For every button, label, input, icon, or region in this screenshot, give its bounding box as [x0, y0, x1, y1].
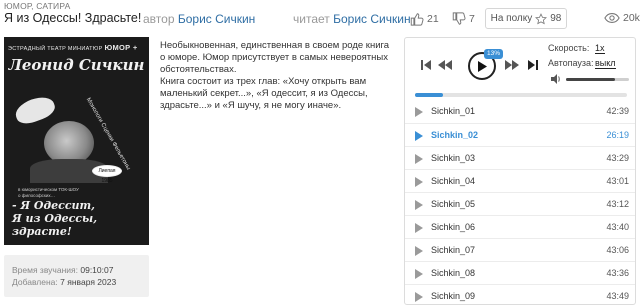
like-button[interactable]: 21 — [409, 12, 439, 26]
volume-slider[interactable] — [566, 78, 629, 81]
track-duration: 43:06 — [606, 245, 629, 255]
book-description: Необыкновенная, единственная в своем род… — [160, 40, 392, 112]
book-title: Я из Одессы! Здрасьте! — [4, 11, 142, 25]
track-row[interactable]: Sichkin_02 26:19 — [405, 123, 635, 146]
cover-mid-text: в юмористическом ТОК-ШОУ о философских… — [18, 187, 79, 198]
play-track-icon[interactable] — [415, 246, 423, 256]
genre-label[interactable]: ЮМОР, САТИРА — [4, 1, 71, 11]
cover-name: Леонид Сичкин — [8, 56, 145, 74]
autopause-toggle[interactable]: выкл — [595, 58, 616, 69]
track-name: Sichkin_05 — [431, 199, 476, 209]
cover-slogan: - Я Одессит, Я из Одессы, здрасте! — [12, 199, 98, 238]
description-paragraph-2: Книга состоит из трех глав: «Хочу открыт… — [160, 76, 368, 111]
volume-icon[interactable] — [550, 73, 562, 85]
track-row[interactable]: Sichkin_09 43:49 — [405, 284, 635, 304]
track-duration: 43:36 — [606, 268, 629, 278]
added-row: Добавлена: 7 января 2023 — [12, 276, 141, 288]
title-row: Я из Одессы! Здрасьте! автор Борис Сички… — [4, 8, 640, 29]
duration-label: Время звучания: — [12, 265, 78, 275]
added-label: Добавлена: — [12, 277, 58, 287]
book-meta: Время звучания: 09:10:07 Добавлена: 7 ян… — [4, 255, 149, 297]
playback-progress-bar[interactable] — [415, 93, 627, 97]
speed-label: Скорость: — [548, 43, 590, 53]
shelf-label: На полку — [490, 13, 533, 24]
book-cover[interactable]: ЭСТРАДНЫЙ ТЕАТР МИНИАТЮР ЮМОР + Леонид С… — [4, 37, 149, 245]
track-row[interactable]: Sichkin_03 43:29 — [405, 146, 635, 169]
track-row[interactable]: Sichkin_05 43:12 — [405, 192, 635, 215]
thumbs-up-icon — [410, 13, 424, 26]
cover-theatre-label: ЭСТРАДНЫЙ ТЕАТР МИНИАТЮР — [8, 46, 103, 52]
track-name: Sichkin_07 — [431, 245, 476, 255]
audio-player: 13% Скорость: 1x Автопауза: выкл Sichkin… — [404, 37, 636, 305]
track-row[interactable]: Sichkin_07 43:06 — [405, 238, 635, 261]
eye-icon — [604, 13, 620, 23]
track-duration: 43:49 — [606, 291, 629, 301]
added-value: 7 января 2023 — [60, 277, 117, 287]
thumbs-down-icon — [452, 12, 466, 25]
shelf-count: 98 — [550, 13, 562, 24]
track-duration: 43:12 — [606, 199, 629, 209]
fast-forward-button[interactable] — [504, 58, 520, 72]
cover-humor-label: ЮМОР + — [104, 43, 138, 52]
track-duration: 42:39 — [606, 106, 629, 116]
author-label: автор — [143, 12, 175, 26]
author-line: автор Борис Сичкин — [143, 12, 255, 26]
play-track-icon[interactable] — [415, 200, 423, 210]
views-counter: 20k — [604, 12, 640, 24]
reader-line: читает Борис Сичкин — [293, 12, 411, 26]
cover-top-text: ЭСТРАДНЫЙ ТЕАТР МИНИАТЮР ЮМОР + — [8, 43, 145, 52]
cover-hat — [12, 92, 58, 128]
track-duration: 43:40 — [606, 222, 629, 232]
player-controls: 13% Скорость: 1x Автопауза: выкл — [405, 38, 635, 100]
fast-forward-icon — [505, 60, 519, 70]
rewind-icon — [438, 60, 452, 70]
previous-track-button[interactable] — [419, 58, 433, 72]
progress-percent-badge: 13% — [484, 49, 504, 59]
speed-select[interactable]: 1x — [595, 43, 605, 54]
track-name: Sichkin_08 — [431, 268, 476, 278]
track-list: Sichkin_01 42:39 Sichkin_02 26:19 Sichkin_… — [405, 100, 635, 304]
track-name: Sichkin_06 — [431, 222, 476, 232]
reader-label: читает — [293, 12, 330, 26]
play-track-icon[interactable] — [415, 107, 423, 117]
cover-badge: Лиепая 1985 — [92, 165, 122, 184]
track-row[interactable]: Sichkin_04 43:01 — [405, 169, 635, 192]
views-count: 20k — [623, 12, 640, 24]
dislike-button[interactable]: 7 — [451, 12, 475, 26]
track-name: Sichkin_01 — [431, 106, 476, 116]
track-row[interactable]: Sichkin_01 42:39 — [405, 100, 635, 123]
reader-link[interactable]: Борис Сичкин — [333, 12, 410, 26]
play-icon — [478, 60, 487, 72]
track-duration: 43:01 — [606, 176, 629, 186]
track-name: Sichkin_03 — [431, 153, 476, 163]
track-duration: 43:29 — [606, 153, 629, 163]
playback-progress-fill — [415, 93, 443, 97]
play-track-icon[interactable] — [415, 154, 423, 164]
star-icon — [535, 12, 548, 24]
duration-value: 09:10:07 — [80, 265, 114, 275]
volume-level — [566, 78, 616, 81]
dislike-count: 7 — [469, 13, 475, 25]
track-name: Sichkin_09 — [431, 291, 476, 301]
track-name: Sichkin_02 — [431, 130, 479, 140]
next-track-button[interactable] — [526, 58, 540, 72]
track-row[interactable]: Sichkin_06 43:40 — [405, 215, 635, 238]
like-count: 21 — [427, 13, 439, 25]
play-track-icon[interactable] — [415, 269, 423, 279]
duration-row: Время звучания: 09:10:07 — [12, 264, 141, 276]
track-duration: 26:19 — [606, 130, 629, 140]
skip-forward-icon — [528, 60, 538, 70]
track-row[interactable]: Sichkin_08 43:36 — [405, 261, 635, 284]
track-name: Sichkin_04 — [431, 176, 476, 186]
skip-back-icon — [421, 60, 431, 70]
author-link[interactable]: Борис Сичкин — [178, 12, 255, 26]
play-track-icon[interactable] — [415, 131, 423, 141]
add-to-shelf-button[interactable]: На полку 98 — [485, 8, 567, 29]
description-paragraph-1: Необыкновенная, единственная в своем род… — [160, 40, 390, 75]
play-track-icon[interactable] — [415, 292, 423, 302]
play-track-icon[interactable] — [415, 177, 423, 187]
play-track-icon[interactable] — [415, 223, 423, 233]
autopause-label: Автопауза: — [548, 58, 594, 68]
rewind-button[interactable] — [437, 58, 453, 72]
